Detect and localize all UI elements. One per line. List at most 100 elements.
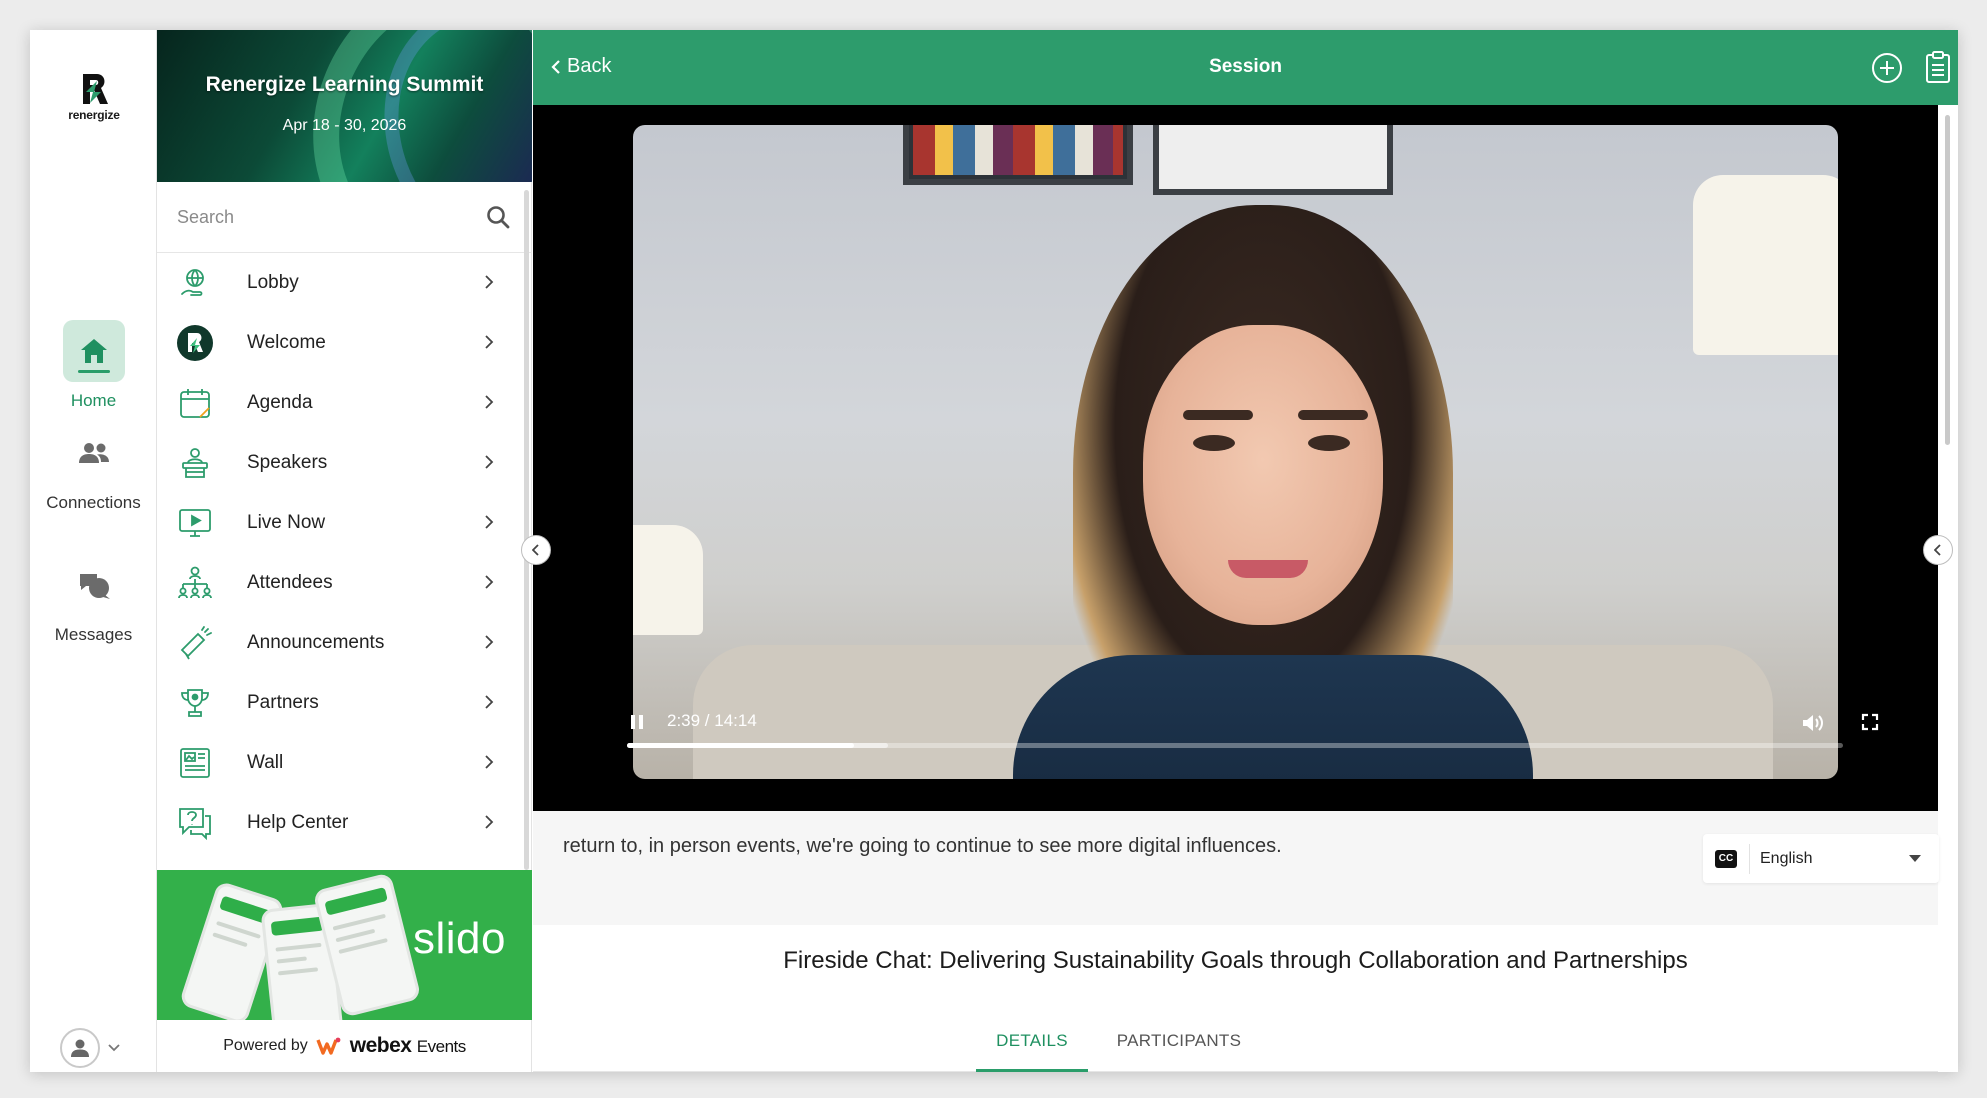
closed-caption-icon: CC	[1715, 849, 1737, 868]
powered-by: Powered by webex Events	[157, 1020, 532, 1072]
chevron-left-icon	[551, 59, 560, 74]
webex-brand-name: webex	[349, 1034, 412, 1057]
chevron-right-icon	[485, 275, 494, 289]
caption-language-select[interactable]: CC English	[1703, 834, 1939, 883]
phone-bar	[324, 887, 388, 916]
page-title: Session	[1209, 56, 1282, 77]
video-progress-fill	[627, 743, 855, 748]
calendar-icon	[176, 384, 214, 422]
chevron-right-icon	[485, 575, 494, 589]
rail-item-home[interactable]: Home	[30, 320, 157, 411]
search-icon[interactable]	[486, 205, 510, 229]
person-mouth	[1228, 560, 1308, 578]
rail-label-connections: Connections	[46, 493, 141, 512]
webex-brand: webex Events	[349, 1034, 467, 1058]
chat-icon-wrap	[63, 554, 125, 616]
people-icon-wrap	[63, 422, 125, 484]
menu-item-help-center[interactable]: Help Center	[157, 793, 532, 853]
add-circle-icon[interactable]	[1871, 52, 1903, 84]
phone-line	[275, 942, 322, 952]
person-eye	[1308, 435, 1350, 451]
phone-line	[276, 956, 307, 964]
menu-item-speakers[interactable]: Speakers	[157, 433, 532, 493]
phone-bar	[270, 916, 324, 936]
user-icon	[71, 1039, 89, 1057]
volume-icon[interactable]	[1801, 713, 1825, 733]
live-caption-text: return to, in person events, we're going…	[563, 835, 1282, 857]
event-title: Renergize Learning Summit	[205, 73, 484, 96]
lamp	[1693, 175, 1838, 355]
slido-promo[interactable]: slido	[157, 870, 532, 1020]
podium-icon	[176, 444, 214, 482]
rail-item-connections[interactable]: Connections	[30, 422, 157, 513]
notes-clipboard-icon[interactable]	[1925, 50, 1951, 84]
menu-item-agenda[interactable]: Agenda	[157, 373, 532, 433]
avatar	[60, 1028, 100, 1068]
expand-panel-button[interactable]	[1923, 535, 1953, 565]
menu-item-wall[interactable]: Wall	[157, 733, 532, 793]
video-frame[interactable]	[633, 125, 1838, 779]
chat-icon	[79, 574, 110, 599]
wall-picture-art	[913, 125, 1123, 175]
collapse-menu-button[interactable]	[521, 535, 551, 565]
menu-item-partners[interactable]: Partners	[157, 673, 532, 733]
video-player[interactable]: 2:39 / 14:14	[533, 105, 1938, 811]
chevron-right-icon	[485, 695, 494, 709]
phone-line	[277, 967, 319, 976]
chevron-right-icon	[485, 395, 494, 409]
menu-item-announcements[interactable]: Announcements	[157, 613, 532, 673]
globe-hand-icon	[176, 264, 214, 302]
megaphone-icon	[176, 624, 214, 662]
profile-menu[interactable]	[60, 1028, 120, 1068]
person-face	[1143, 325, 1383, 625]
menu-item-lobby[interactable]: Lobby	[157, 253, 532, 313]
session-title: Fireside Chat: Delivering Sustainability…	[783, 947, 1688, 974]
home-icon	[80, 339, 107, 363]
speaker-person	[1013, 185, 1533, 779]
back-button[interactable]: Back	[551, 55, 611, 78]
chevron-left-icon	[532, 544, 539, 556]
main-scrollbar[interactable]	[1945, 115, 1950, 445]
help-chat-icon	[176, 804, 214, 842]
caption-language-value: English	[1760, 849, 1813, 867]
person-brow	[1298, 410, 1368, 420]
tab-details[interactable]: DETAILS	[976, 1013, 1088, 1072]
event-menu: Renergize Learning Summit Apr 18 - 30, 2…	[157, 30, 532, 1072]
lamp	[633, 525, 703, 635]
home-icon-wrap	[62, 320, 125, 382]
menu-item-live-now[interactable]: Live Now	[157, 493, 532, 553]
video-controls: 2:39 / 14:14	[627, 703, 1879, 779]
menu-scrollbar[interactable]	[524, 190, 529, 870]
search-input[interactable]	[177, 206, 486, 228]
chevron-left-icon	[1934, 544, 1941, 556]
renergize-logo[interactable]: renergize	[52, 72, 136, 122]
pause-icon[interactable]	[629, 713, 645, 731]
logo-wordmark: renergize	[68, 108, 120, 122]
event-banner: Renergize Learning Summit Apr 18 - 30, 2…	[157, 30, 532, 182]
session-tabs: DETAILS PARTICIPANTS	[533, 1013, 1938, 1072]
rail-label-messages: Messages	[54, 625, 133, 644]
menu-item-attendees[interactable]: Attendees	[157, 553, 532, 613]
app-window: renergize Home Connections Messages Rene…	[30, 30, 1958, 1072]
people-icon	[78, 443, 109, 463]
webex-logo-icon	[316, 1037, 341, 1055]
event-dates: Apr 18 - 30, 2026	[282, 117, 407, 134]
fullscreen-icon[interactable]	[1861, 713, 1879, 731]
video-time: 2:39 / 14:14	[667, 711, 757, 730]
image-board-icon	[176, 744, 214, 782]
phone-line	[338, 937, 388, 954]
tab-participants[interactable]: PARTICIPANTS	[1109, 1013, 1249, 1072]
video-progress-bar[interactable]	[627, 743, 1843, 748]
rail-label-home: Home	[70, 391, 117, 410]
webex-brand-suffix: Events	[416, 1037, 466, 1056]
chevron-right-icon	[485, 455, 494, 469]
divider	[1749, 843, 1750, 874]
renergize-badge-icon	[176, 324, 214, 362]
menu-item-welcome[interactable]: Welcome	[157, 313, 532, 373]
phone-line	[335, 928, 376, 943]
back-label: Back	[567, 55, 612, 77]
session-view: Back Session 2:39 / 14:14 return to, in …	[521, 30, 1958, 1072]
rail-item-messages[interactable]: Messages	[30, 554, 157, 645]
wall-picture	[903, 125, 1133, 185]
chevron-right-icon	[485, 635, 494, 649]
